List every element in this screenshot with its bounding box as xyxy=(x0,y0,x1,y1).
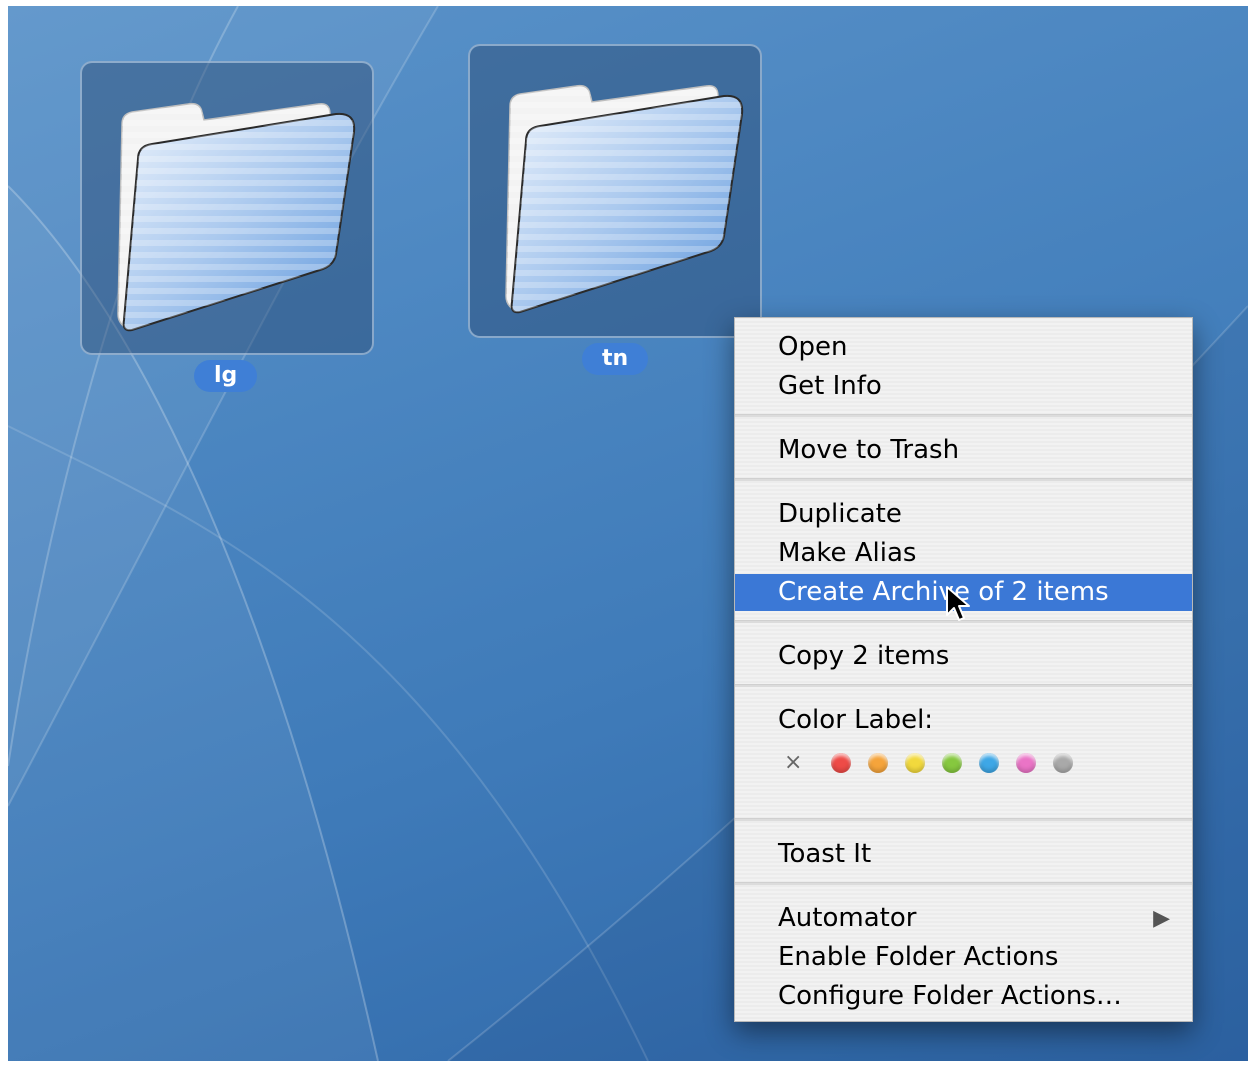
menu-item-automator-label: Automator xyxy=(778,903,917,933)
color-label-picker: × xyxy=(778,748,1098,778)
folder-label-lg[interactable]: lg xyxy=(194,360,258,392)
menu-separator xyxy=(735,818,1192,821)
menu-item-open[interactable]: Open xyxy=(735,329,1192,366)
mouse-pointer-icon xyxy=(946,586,970,621)
color-label-none[interactable]: × xyxy=(784,748,802,778)
desktop[interactable]: lg tn Open Get Info Move to Trash Duplic… xyxy=(8,6,1248,1061)
color-label-yellow[interactable] xyxy=(905,753,925,773)
color-label-green[interactable] xyxy=(942,753,962,773)
color-label-red[interactable] xyxy=(831,753,851,773)
folder-label-tn[interactable]: tn xyxy=(582,343,649,375)
menu-item-make-alias[interactable]: Make Alias xyxy=(735,535,1192,572)
color-label-blue[interactable] xyxy=(979,753,999,773)
menu-separator xyxy=(735,684,1192,687)
menu-separator xyxy=(735,478,1192,481)
menu-item-get-info[interactable]: Get Info xyxy=(735,368,1192,405)
menu-item-color-label: Color Label: xyxy=(778,705,934,735)
menu-item-move-to-trash[interactable]: Move to Trash xyxy=(735,432,1192,469)
menu-separator xyxy=(735,414,1192,417)
color-label-orange[interactable] xyxy=(868,753,888,773)
menu-item-copy[interactable]: Copy 2 items xyxy=(735,638,1192,675)
folder-icon[interactable] xyxy=(108,84,358,334)
menu-item-toast-it[interactable]: Toast It xyxy=(735,836,1192,873)
menu-item-duplicate[interactable]: Duplicate xyxy=(735,496,1192,533)
submenu-arrow-icon: ▶ xyxy=(1153,906,1170,931)
color-label-purple[interactable] xyxy=(1016,753,1036,773)
color-label-gray[interactable] xyxy=(1053,753,1073,773)
context-menu: Open Get Info Move to Trash Duplicate Ma… xyxy=(734,317,1193,1022)
menu-item-enable-folder-actions[interactable]: Enable Folder Actions xyxy=(735,939,1192,976)
folder-icon[interactable] xyxy=(496,66,746,316)
menu-item-automator[interactable]: Automator ▶ xyxy=(735,900,1192,937)
menu-separator xyxy=(735,882,1192,885)
menu-item-configure-folder-actions[interactable]: Configure Folder Actions… xyxy=(735,978,1192,1015)
